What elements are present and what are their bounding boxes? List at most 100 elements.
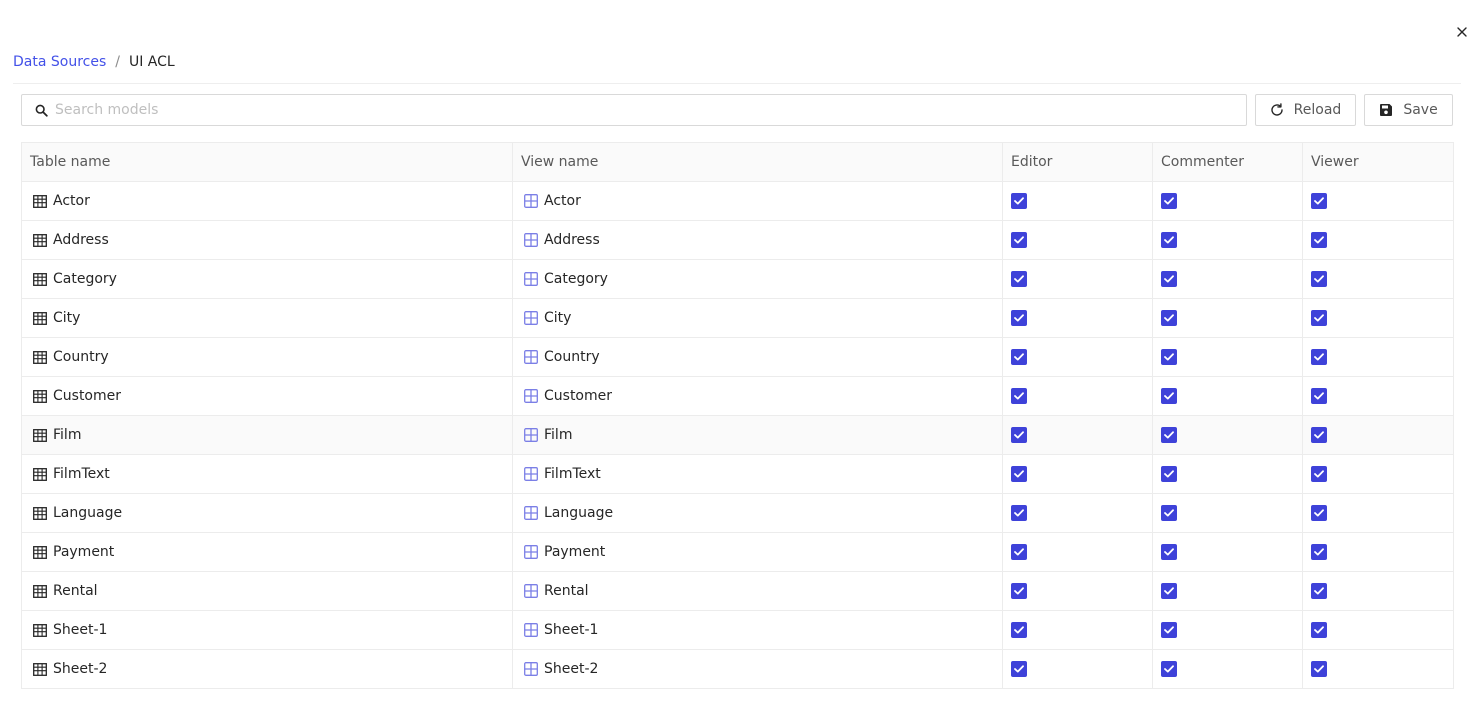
commenter-cell <box>1153 533 1303 571</box>
viewer-checkbox[interactable] <box>1311 622 1327 638</box>
grid-view-icon <box>524 584 538 598</box>
commenter-checkbox[interactable] <box>1161 427 1177 443</box>
viewer-checkbox[interactable] <box>1311 427 1327 443</box>
search-icon <box>35 104 48 117</box>
editor-cell <box>1003 455 1153 493</box>
header-table-name: Table name <box>22 143 513 181</box>
grid-view-icon <box>524 311 538 325</box>
editor-checkbox[interactable] <box>1011 193 1027 209</box>
viewer-checkbox[interactable] <box>1311 544 1327 560</box>
breadcrumb-separator: / <box>115 54 120 70</box>
checkmark-icon <box>1164 275 1174 283</box>
viewer-checkbox[interactable] <box>1311 661 1327 677</box>
table-grid-icon <box>33 194 47 208</box>
table-row: Rental Rental <box>22 572 1454 611</box>
commenter-cell <box>1153 572 1303 610</box>
viewer-cell <box>1303 377 1454 415</box>
viewer-checkbox[interactable] <box>1311 505 1327 521</box>
editor-checkbox[interactable] <box>1011 271 1027 287</box>
editor-checkbox[interactable] <box>1011 466 1027 482</box>
view-name-cell: Sheet-1 <box>513 611 1003 649</box>
table-row: Sheet-1 Sheet-1 <box>22 611 1454 650</box>
view-name-text: Payment <box>544 544 606 560</box>
search-input[interactable] <box>55 102 1246 118</box>
commenter-checkbox[interactable] <box>1161 466 1177 482</box>
viewer-cell <box>1303 416 1454 454</box>
commenter-checkbox[interactable] <box>1161 193 1177 209</box>
viewer-checkbox[interactable] <box>1311 583 1327 599</box>
commenter-checkbox[interactable] <box>1161 505 1177 521</box>
view-name-cell: Rental <box>513 572 1003 610</box>
viewer-checkbox[interactable] <box>1311 388 1327 404</box>
search-box[interactable] <box>21 94 1247 126</box>
reload-button[interactable]: Reload <box>1255 94 1356 126</box>
commenter-checkbox[interactable] <box>1161 271 1177 287</box>
viewer-cell <box>1303 650 1454 688</box>
table-name-text: Language <box>53 505 123 521</box>
editor-checkbox[interactable] <box>1011 427 1027 443</box>
checkmark-icon <box>1314 431 1324 439</box>
table-name-text: Category <box>53 271 117 287</box>
view-name-text: Address <box>544 232 600 248</box>
table-name-cell: Payment <box>22 533 513 571</box>
save-button[interactable]: Save <box>1364 94 1453 126</box>
editor-checkbox[interactable] <box>1011 232 1027 248</box>
table-grid-icon <box>33 311 47 325</box>
grid-view-icon <box>524 272 538 286</box>
editor-checkbox[interactable] <box>1011 505 1027 521</box>
table-name-cell: FilmText <box>22 455 513 493</box>
table-grid-icon <box>33 623 47 637</box>
view-name-text: Sheet-1 <box>544 622 599 638</box>
grid-view-icon <box>524 233 538 247</box>
view-name-text: Country <box>544 349 600 365</box>
table-name-cell: Sheet-1 <box>22 611 513 649</box>
editor-checkbox[interactable] <box>1011 622 1027 638</box>
view-name-cell: City <box>513 299 1003 337</box>
viewer-cell <box>1303 182 1454 220</box>
checkmark-icon <box>1314 548 1324 556</box>
commenter-checkbox[interactable] <box>1161 661 1177 677</box>
commenter-checkbox[interactable] <box>1161 310 1177 326</box>
commenter-cell <box>1153 182 1303 220</box>
commenter-checkbox[interactable] <box>1161 388 1177 404</box>
header-divider <box>13 83 1461 84</box>
view-name-text: Sheet-2 <box>544 661 599 677</box>
checkmark-icon <box>1014 197 1024 205</box>
acl-table: Table name View name Editor Commenter Vi… <box>21 142 1454 689</box>
view-name-cell: Actor <box>513 182 1003 220</box>
checkmark-icon <box>1314 197 1324 205</box>
editor-checkbox[interactable] <box>1011 388 1027 404</box>
breadcrumb-data-sources-link[interactable]: Data Sources <box>13 54 106 70</box>
checkmark-icon <box>1014 587 1024 595</box>
viewer-checkbox[interactable] <box>1311 466 1327 482</box>
commenter-cell <box>1153 650 1303 688</box>
checkmark-icon <box>1014 314 1024 322</box>
table-row: Sheet-2 Sheet-2 <box>22 650 1454 689</box>
editor-checkbox[interactable] <box>1011 661 1027 677</box>
editor-checkbox[interactable] <box>1011 544 1027 560</box>
grid-view-icon <box>524 506 538 520</box>
commenter-checkbox[interactable] <box>1161 622 1177 638</box>
close-button[interactable] <box>1452 22 1472 42</box>
viewer-checkbox[interactable] <box>1311 232 1327 248</box>
viewer-checkbox[interactable] <box>1311 310 1327 326</box>
checkmark-icon <box>1164 626 1174 634</box>
view-name-text: Rental <box>544 583 589 599</box>
view-name-cell: Category <box>513 260 1003 298</box>
viewer-checkbox[interactable] <box>1311 271 1327 287</box>
view-name-cell: Customer <box>513 377 1003 415</box>
checkmark-icon <box>1164 431 1174 439</box>
view-name-cell: FilmText <box>513 455 1003 493</box>
view-name-text: FilmText <box>544 466 601 482</box>
editor-checkbox[interactable] <box>1011 349 1027 365</box>
viewer-checkbox[interactable] <box>1311 193 1327 209</box>
commenter-checkbox[interactable] <box>1161 232 1177 248</box>
editor-checkbox[interactable] <box>1011 310 1027 326</box>
editor-cell <box>1003 494 1153 532</box>
commenter-checkbox[interactable] <box>1161 544 1177 560</box>
commenter-checkbox[interactable] <box>1161 583 1177 599</box>
viewer-checkbox[interactable] <box>1311 349 1327 365</box>
table-name-cell: Film <box>22 416 513 454</box>
editor-checkbox[interactable] <box>1011 583 1027 599</box>
commenter-checkbox[interactable] <box>1161 349 1177 365</box>
